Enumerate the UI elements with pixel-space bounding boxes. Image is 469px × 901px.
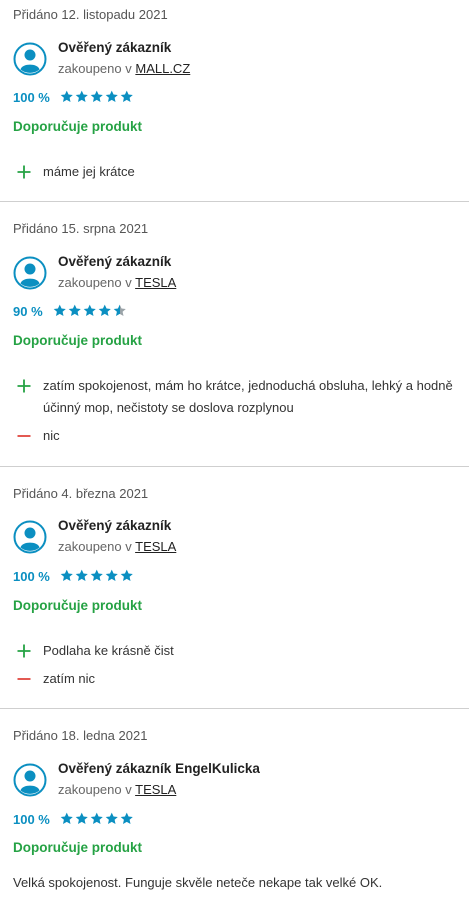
review-date: Přidáno 15. srpna 2021	[13, 221, 149, 236]
pro-text: máme jej krátce	[43, 164, 135, 179]
user-avatar-icon	[13, 763, 47, 797]
star-icon	[120, 569, 133, 581]
recommend-label: Doporučuje produkt	[13, 598, 142, 613]
star-icon	[120, 812, 133, 824]
review-divider	[0, 466, 469, 467]
plus-icon	[17, 379, 31, 393]
shop-link[interactable]: MALL.CZ	[135, 61, 190, 76]
rating-percent: 100 %	[13, 90, 50, 105]
con-text: zatím nic	[43, 671, 96, 686]
review-date: Přidáno 12. listopadu 2021	[13, 7, 168, 22]
star-icon	[113, 304, 126, 316]
star-icon	[90, 812, 103, 824]
star-icon	[75, 90, 88, 102]
review-author: Ověřený zákazník	[58, 40, 172, 55]
review-text: Velká spokojenost. Funguje skvěle neteče…	[13, 875, 383, 890]
star-icon	[75, 812, 88, 824]
star-icon	[68, 304, 81, 316]
review-bought-in: zakoupeno v TESLA	[58, 539, 176, 554]
review-author: Ověřený zákazník EngelKulicka	[58, 761, 260, 776]
review-bought-in: zakoupeno v TESLA	[58, 275, 176, 290]
review-date: Přidáno 4. března 2021	[13, 486, 149, 501]
plus-icon	[17, 644, 31, 658]
star-icon	[60, 90, 73, 102]
bought-prefix: zakoupeno v	[58, 275, 132, 290]
star-icon	[83, 304, 96, 316]
con-text: nic	[43, 428, 60, 443]
star-icon	[120, 90, 133, 102]
star-icon	[75, 569, 88, 581]
review-author: Ověřený zákazník	[58, 518, 172, 533]
star-icon	[53, 304, 66, 316]
review-date: Přidáno 18. ledna 2021	[13, 728, 148, 743]
rating-percent: 100 %	[13, 569, 50, 584]
minus-icon	[17, 678, 31, 680]
user-avatar-icon	[13, 256, 47, 290]
rating-stars	[60, 90, 134, 104]
recommend-label: Doporučuje produkt	[13, 840, 142, 855]
star-icon	[60, 569, 73, 581]
user-avatar-icon	[13, 520, 47, 554]
minus-icon	[17, 435, 31, 437]
star-icon	[105, 90, 118, 102]
star-icon	[105, 569, 118, 581]
bought-prefix: zakoupeno v	[58, 539, 132, 554]
review-author: Ověřený zákazník	[58, 254, 172, 269]
shop-link[interactable]: TESLA	[135, 782, 176, 797]
rating-stars	[60, 812, 134, 826]
review-bought-in: zakoupeno v TESLA	[58, 782, 176, 797]
pro-text: zatím spokojenost, mám ho krátce, jednod…	[43, 378, 453, 415]
recommend-label: Doporučuje produkt	[13, 333, 142, 348]
bought-prefix: zakoupeno v	[58, 782, 132, 797]
star-icon	[98, 304, 111, 316]
review-divider	[0, 201, 469, 202]
shop-link[interactable]: TESLA	[135, 275, 176, 290]
plus-icon	[17, 165, 31, 179]
review-bought-in: zakoupeno v MALL.CZ	[58, 61, 190, 76]
rating-percent: 100 %	[13, 812, 50, 827]
shop-link[interactable]: TESLA	[135, 539, 176, 554]
star-icon	[60, 812, 73, 824]
rating-percent: 90 %	[13, 304, 43, 319]
rating-stars	[53, 304, 127, 318]
review-divider	[0, 708, 469, 709]
star-icon	[90, 90, 103, 102]
rating-stars	[60, 569, 134, 583]
star-icon	[90, 569, 103, 581]
user-avatar-icon	[13, 42, 47, 76]
recommend-label: Doporučuje produkt	[13, 119, 142, 134]
pro-text: Podlaha ke krásně čist	[43, 643, 174, 658]
bought-prefix: zakoupeno v	[58, 61, 132, 76]
star-icon	[105, 812, 118, 824]
